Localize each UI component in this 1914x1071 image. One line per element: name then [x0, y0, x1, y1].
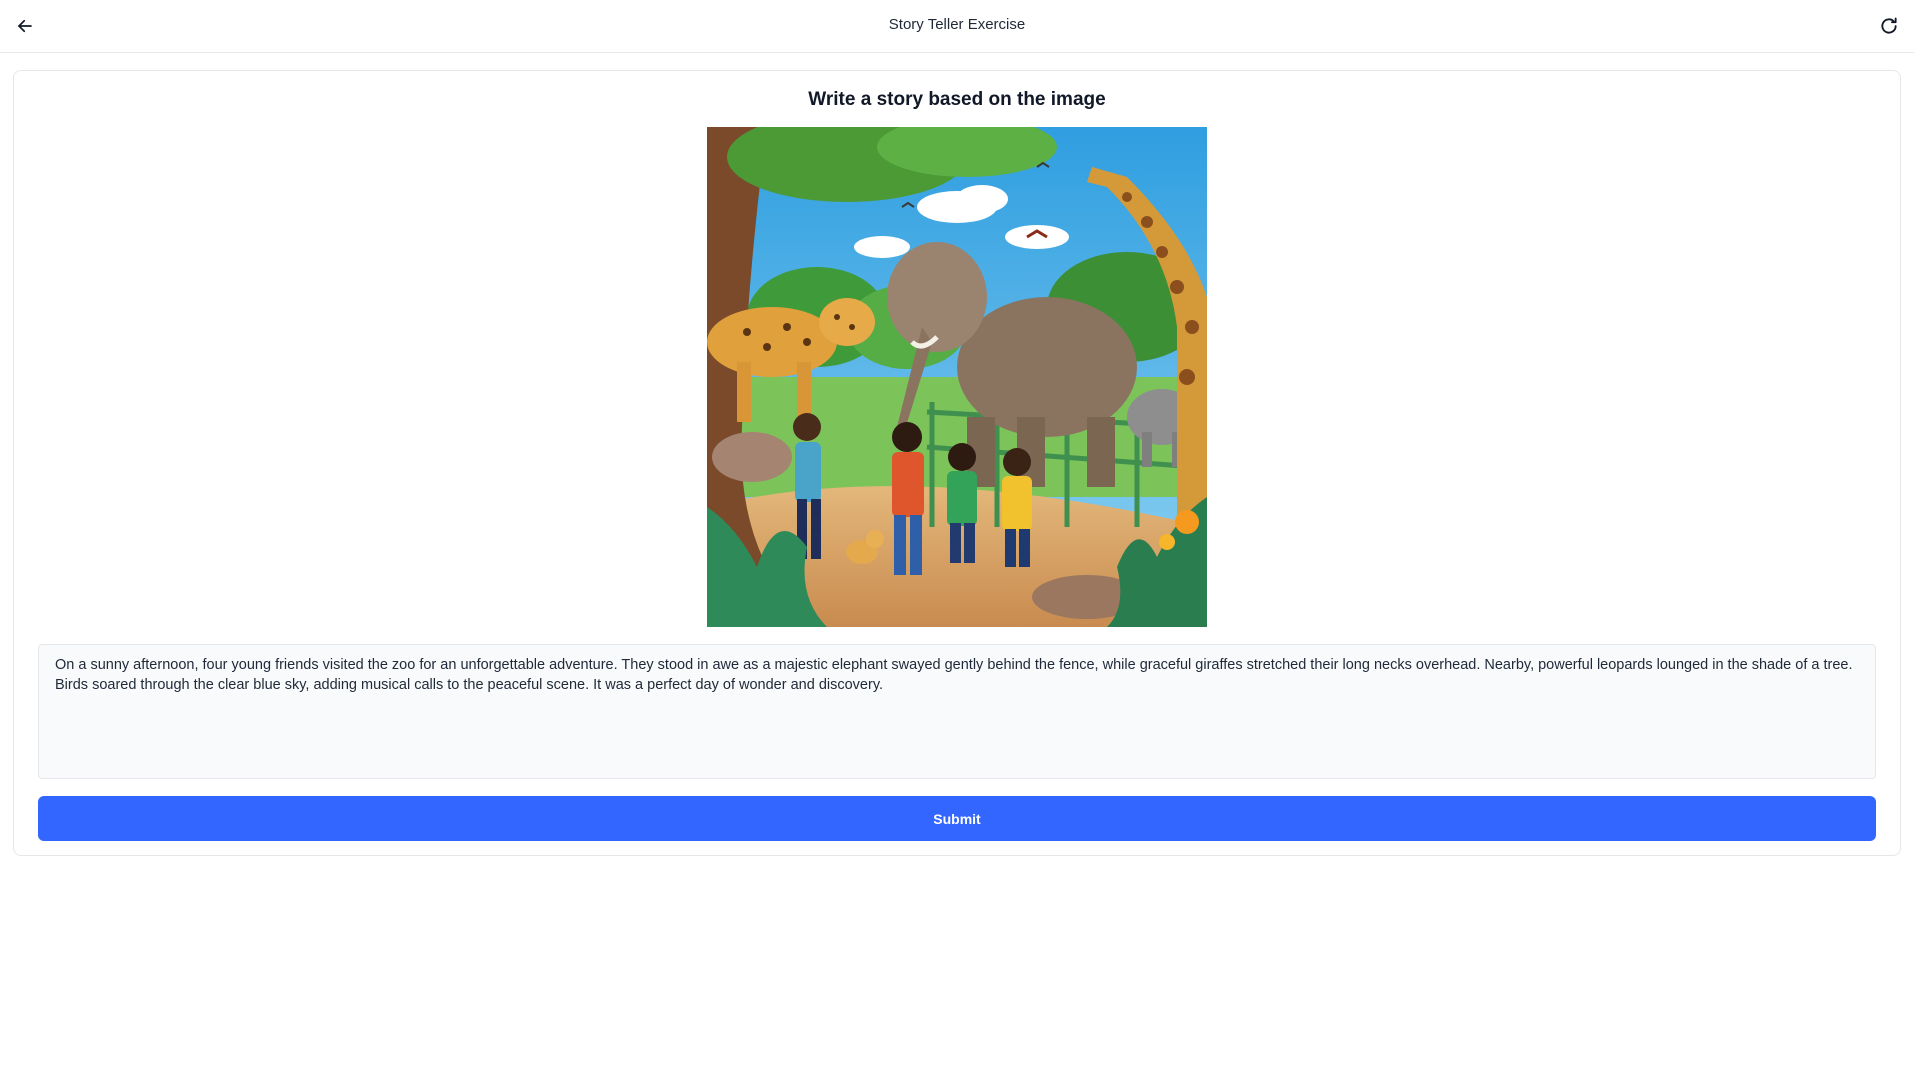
submit-button[interactable]: Submit	[38, 796, 1876, 841]
story-input[interactable]: On a sunny afternoon, four young friends…	[38, 644, 1876, 779]
exercise-image	[707, 127, 1207, 627]
exercise-heading: Write a story based on the image	[808, 89, 1106, 110]
refresh-icon	[1881, 17, 1897, 34]
page-title: Story Teller Exercise	[888, 16, 1026, 33]
top-bar: Story Teller Exercise	[0, 0, 1914, 53]
refresh-button[interactable]	[1876, 13, 1902, 39]
exercise-card: Write a story based on the image On a su…	[13, 70, 1901, 856]
